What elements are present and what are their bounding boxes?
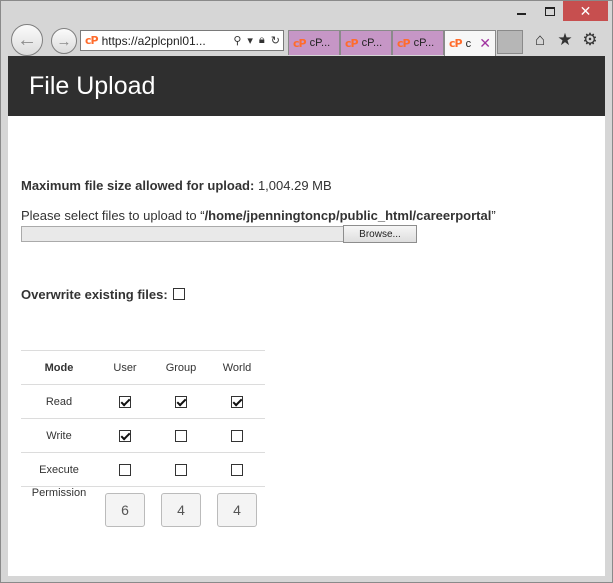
mode-header: Mode [21, 350, 97, 385]
cpanel-logo-icon: cP [85, 34, 99, 47]
permission-group-value[interactable]: 4 [161, 493, 201, 527]
forward-arrow-icon: → [56, 32, 72, 50]
back-button[interactable]: ← [11, 24, 43, 56]
execute-group-checkbox[interactable] [175, 463, 187, 476]
file-input[interactable] [21, 226, 344, 242]
tab-label: cP... [309, 37, 331, 49]
max-size-label: Maximum file size allowed for upload: [21, 178, 255, 193]
home-icon[interactable]: ⌂ [529, 30, 551, 50]
write-label: Write [21, 418, 97, 453]
tab-active[interactable]: cP c ✕ [444, 30, 496, 56]
read-group-checkbox[interactable] [175, 395, 187, 408]
world-header: World [209, 350, 265, 385]
write-world-checkbox[interactable] [231, 429, 243, 442]
permission-row-execute: Execute [21, 452, 265, 487]
maximize-button[interactable] [536, 1, 563, 21]
lock-icon[interactable]: 🔒︎ [259, 34, 265, 47]
minimize-icon [516, 13, 526, 15]
execute-world-checkbox[interactable] [231, 463, 243, 476]
tab-1[interactable]: cP cP... [288, 30, 340, 55]
overwrite-label: Overwrite existing files: [21, 287, 168, 302]
execute-label: Execute [21, 452, 97, 487]
page-content: File Upload Maximum file size allowed fo… [8, 56, 605, 576]
settings-gear-icon[interactable]: ⚙ [579, 30, 601, 50]
tab-2[interactable]: cP cP... [340, 30, 392, 55]
minimize-button[interactable] [506, 1, 536, 21]
close-icon: ✕ [579, 2, 592, 19]
refresh-icon[interactable]: ↻ [271, 34, 280, 47]
cpanel-logo-icon: cP [345, 36, 359, 50]
max-size-value: 1,004.29 MB [257, 178, 332, 193]
tab-close-icon[interactable]: ✕ [479, 35, 491, 52]
address-url[interactable]: https://a2plcpnl01... [102, 34, 231, 48]
browser-window: ✕ ← → cP https://a2plcpnl01... ⚲ ▾ 🔒︎ ↻ … [0, 0, 613, 583]
forward-button[interactable]: → [51, 28, 77, 54]
permission-row-write: Write [21, 418, 265, 453]
tab-label: cP... [361, 37, 383, 49]
permission-world-value[interactable]: 4 [217, 493, 257, 527]
tab-label: c [465, 37, 472, 50]
new-tab-button[interactable] [497, 30, 523, 54]
overwrite-row: Overwrite existing files: [21, 287, 186, 302]
browse-button[interactable]: Browse... [343, 225, 417, 243]
maximize-icon [544, 6, 555, 16]
write-user-checkbox[interactable] [119, 429, 131, 442]
favorites-star-icon[interactable]: ★ [554, 30, 576, 50]
select-prefix: Please select files to upload to “ [21, 208, 205, 223]
dropdown-arrow-icon[interactable]: ▾ [247, 34, 253, 47]
permission-user-value[interactable]: 6 [105, 493, 145, 527]
close-window-button[interactable]: ✕ [563, 1, 608, 21]
read-label: Read [21, 384, 97, 419]
permission-label: Permission [21, 486, 97, 531]
permission-row-read: Read [21, 384, 265, 419]
tab-3[interactable]: cP cP... [392, 30, 444, 55]
page-header: File Upload [8, 56, 605, 116]
max-file-size: Maximum file size allowed for upload: 1,… [21, 178, 332, 193]
select-suffix: ” [491, 208, 496, 223]
permissions-header-row: Mode User Group World [21, 350, 265, 385]
tab-label: cP... [413, 37, 435, 49]
permissions-table: Mode User Group World Read Write Execute [21, 350, 265, 531]
group-header: Group [153, 350, 209, 385]
user-header: User [97, 350, 153, 385]
select-files-instruction: Please select files to upload to “/home/… [21, 208, 496, 223]
upload-path: /home/jpenningtoncp/public_html/careerpo… [204, 208, 492, 223]
cpanel-logo-icon: cP [293, 36, 307, 50]
permission-row-value: Permission 6 4 4 [21, 486, 265, 531]
read-world-checkbox[interactable] [231, 395, 243, 408]
execute-user-checkbox[interactable] [119, 463, 131, 476]
back-arrow-icon: ← [17, 28, 37, 51]
page-title: File Upload [29, 71, 156, 100]
cpanel-logo-icon: cP [449, 37, 463, 50]
overwrite-checkbox[interactable] [173, 288, 186, 301]
write-group-checkbox[interactable] [175, 429, 187, 442]
search-icon[interactable]: ⚲ [233, 34, 241, 47]
cpanel-logo-icon: cP [397, 36, 411, 50]
address-bar[interactable]: cP https://a2plcpnl01... ⚲ ▾ 🔒︎ ↻ [80, 30, 284, 51]
read-user-checkbox[interactable] [119, 395, 131, 408]
